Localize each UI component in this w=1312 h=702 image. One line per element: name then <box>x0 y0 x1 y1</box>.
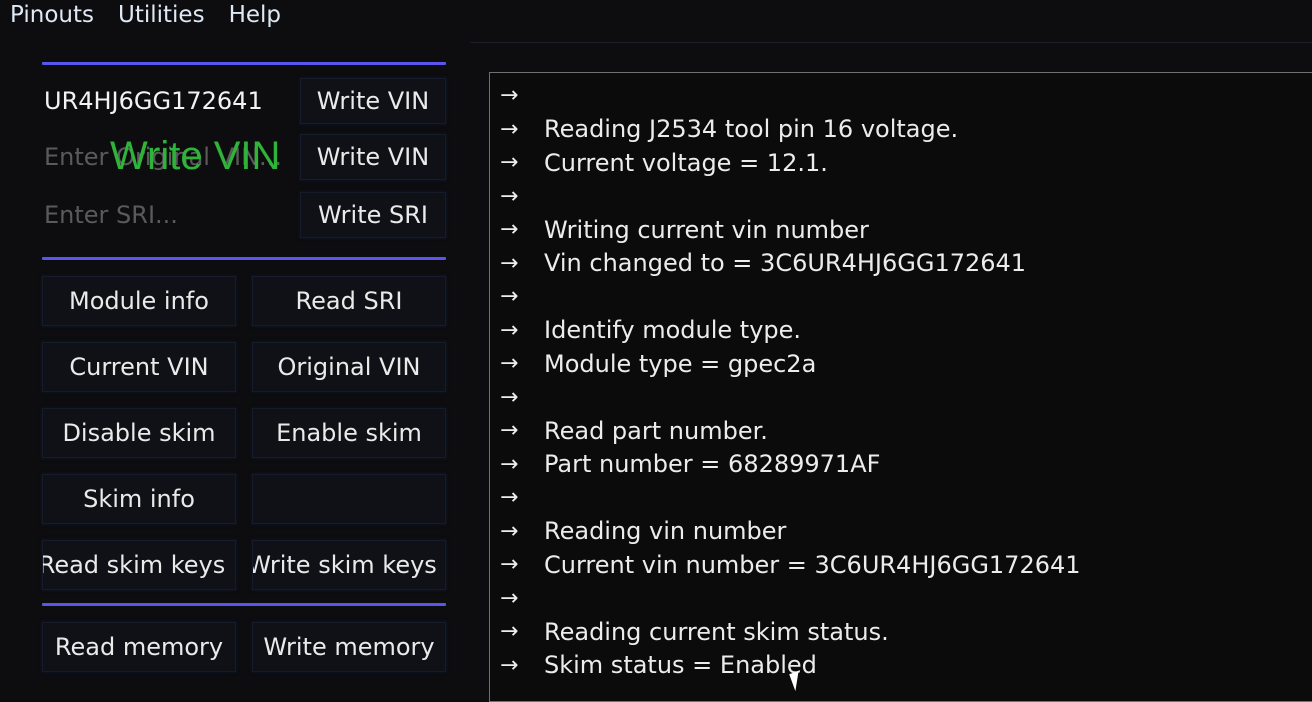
arrow-icon: → <box>500 518 519 544</box>
original-vin-button[interactable]: Original VIN <box>252 342 446 392</box>
console-text: Skim status = Enabled <box>544 651 817 680</box>
menu-utilities[interactable]: Utilities <box>108 0 219 32</box>
console-text: Identify module type. <box>544 316 802 345</box>
write-skim-keys-button[interactable]: Write skim keys <box>252 540 446 590</box>
console-line: → Part number = 68289971AF <box>490 448 1312 482</box>
arrow-icon: → <box>500 451 519 477</box>
separator <box>42 257 446 260</box>
separator <box>42 62 446 65</box>
console-line: → Reading current skim status. <box>490 615 1312 649</box>
console-text: Writing current vin number <box>544 215 869 244</box>
disable-skim-button[interactable]: Disable skim <box>42 408 236 458</box>
arrow-icon: → <box>500 485 519 511</box>
empty-button[interactable] <box>252 474 446 524</box>
arrow-icon: → <box>500 284 519 310</box>
console-line: → <box>490 381 1312 415</box>
console-line: → Writing current vin number <box>490 213 1312 247</box>
console-line: → Identify module type. <box>490 314 1312 348</box>
arrow-icon: → <box>500 83 519 109</box>
console-text: Reading vin number <box>544 517 787 546</box>
menu-pinouts[interactable]: Pinouts <box>0 0 108 32</box>
arrow-icon: → <box>500 384 519 410</box>
console-line: → <box>490 79 1312 113</box>
console-line: → <box>490 582 1312 616</box>
console-text: Read part number. <box>544 416 768 445</box>
arrow-icon: → <box>500 217 519 243</box>
console-text: Vin changed to = 3C6UR4HJ6GG172641 <box>544 249 1027 278</box>
console-output[interactable]: → → Reading J2534 tool pin 16 voltage. → Cur… <box>489 72 1312 702</box>
write-sri-button[interactable]: Write SRI <box>300 192 446 238</box>
current-vin-button[interactable]: Current VIN <box>42 342 236 392</box>
console-line: → Module type = gpec2a <box>490 347 1312 381</box>
sri-input[interactable]: Enter SRI... <box>44 195 294 235</box>
arrow-icon: → <box>500 418 519 444</box>
console-text: Current vin number = 3C6UR4HJ6GG172641 <box>544 550 1081 579</box>
console-line: → Reading J2534 tool pin 16 voltage. <box>490 113 1312 147</box>
enable-skim-button[interactable]: Enable skim <box>252 408 446 458</box>
separator <box>42 603 446 606</box>
console-text: Current voltage = 12.1. <box>544 148 828 177</box>
console-text: Part number = 68289971AF <box>544 450 881 479</box>
menu-bar: Pinouts Utilities Help <box>0 0 295 32</box>
current-vin-value: UR4HJ6GG172641 <box>44 87 263 115</box>
write-original-vin-button[interactable]: Write VIN <box>300 134 446 180</box>
arrow-icon: → <box>500 351 519 377</box>
divider <box>470 42 1312 43</box>
console-line: → Reading vin number <box>490 515 1312 549</box>
arrow-icon: → <box>500 652 519 678</box>
arrow-icon: → <box>500 183 519 209</box>
console-line: → Current voltage = 12.1. <box>490 146 1312 180</box>
skim-info-button[interactable]: Skim info <box>42 474 236 524</box>
arrow-icon: → <box>500 150 519 176</box>
console-line: → Vin changed to = 3C6UR4HJ6GG172641 <box>490 247 1312 281</box>
console-text: Reading current skim status. <box>544 617 889 646</box>
console-line: → <box>490 180 1312 214</box>
write-memory-button[interactable]: Write memory <box>252 622 446 672</box>
arrow-icon: → <box>500 116 519 142</box>
console-text: Module type = gpec2a <box>544 349 817 378</box>
read-skim-keys-button[interactable]: Read skim keys <box>42 540 236 590</box>
read-memory-button[interactable]: Read memory <box>42 622 236 672</box>
menu-help[interactable]: Help <box>219 0 295 32</box>
arrow-icon: → <box>500 619 519 645</box>
arrow-icon: → <box>500 585 519 611</box>
arrow-icon: → <box>500 317 519 343</box>
console-line: → Read part number. <box>490 414 1312 448</box>
console-line: → Skim status = Enabled <box>490 649 1312 683</box>
arrow-icon: → <box>500 552 519 578</box>
console-line: → Current vin number = 3C6UR4HJ6GG172641 <box>490 548 1312 582</box>
arrow-icon: → <box>500 250 519 276</box>
console-text: Reading J2534 tool pin 16 voltage. <box>544 115 959 144</box>
console-line: → <box>490 481 1312 515</box>
console-line: → <box>490 280 1312 314</box>
write-vin-button[interactable]: Write VIN <box>300 78 446 124</box>
module-info-button[interactable]: Module info <box>42 276 236 326</box>
original-vin-input[interactable]: Enter Original VIN... <box>44 137 294 177</box>
current-vin-input[interactable]: UR4HJ6GG172641 <box>44 81 294 121</box>
read-sri-button[interactable]: Read SRI <box>252 276 446 326</box>
